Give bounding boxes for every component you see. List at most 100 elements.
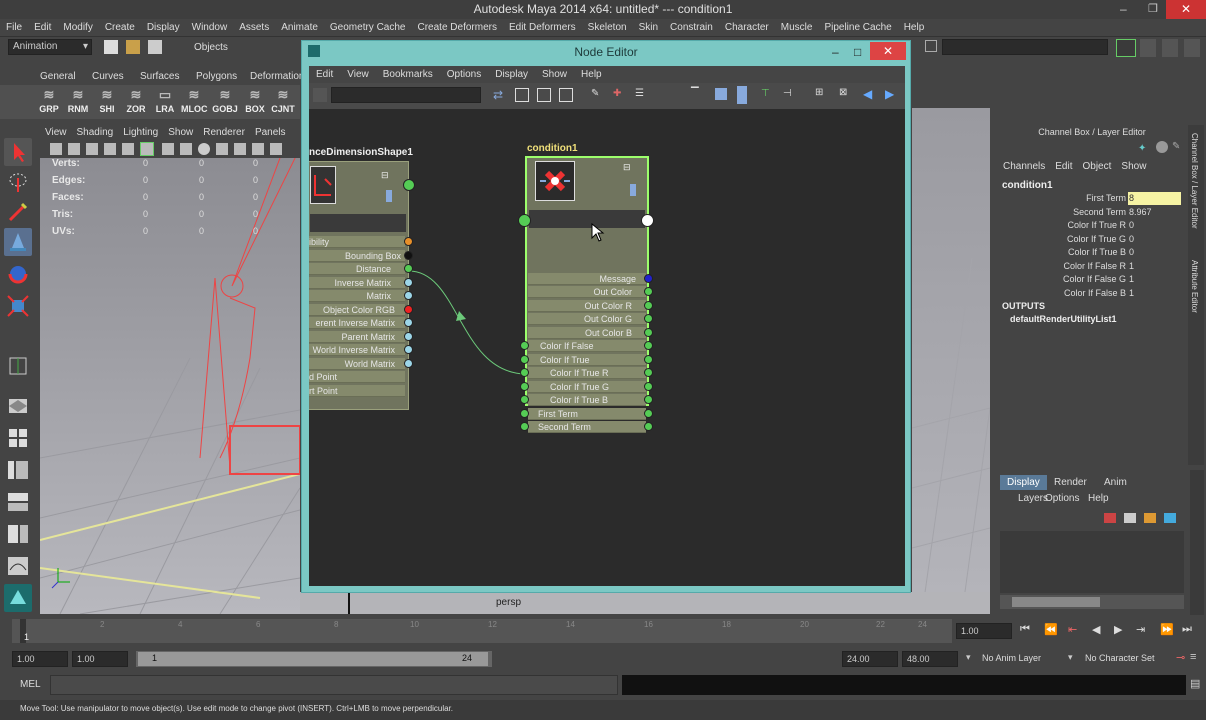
channel-value-field[interactable]: 1 bbox=[1128, 260, 1181, 273]
viewport-panel-right[interactable] bbox=[912, 108, 990, 614]
menu-geometry-cache[interactable]: Geometry Cache bbox=[324, 19, 412, 37]
menu-edit[interactable]: Edit bbox=[28, 19, 57, 37]
pin-icon[interactable]: ✎ bbox=[591, 88, 605, 102]
minimize-button[interactable]: – bbox=[1120, 0, 1127, 19]
tool-settings-toggle-icon[interactable] bbox=[1162, 39, 1178, 57]
custom-mode-icon[interactable]: ⊤ bbox=[761, 88, 775, 102]
maximize-button[interactable]: □ bbox=[854, 41, 861, 63]
shelf-button-rnm[interactable]: ≋ RNM bbox=[65, 87, 91, 117]
range-slider-thumb[interactable] bbox=[138, 652, 488, 666]
menu-character[interactable]: Character bbox=[719, 19, 775, 37]
node-editor-close-button[interactable]: ✕ bbox=[870, 42, 906, 60]
playback-end-field[interactable]: 24.00 bbox=[842, 651, 898, 667]
shelf-button-mloc[interactable]: ≋ MLOC bbox=[181, 87, 208, 117]
node-graph-canvas[interactable]: nceDimensionShape1 ⊟ ibility Bounding Bo… bbox=[309, 109, 905, 586]
channel-value-field[interactable]: 1 bbox=[1128, 273, 1181, 286]
layout-icon[interactable]: ✚ bbox=[613, 88, 627, 102]
layout-four-icon[interactable] bbox=[4, 424, 32, 452]
ne-menu-show[interactable]: Show bbox=[535, 66, 574, 83]
rotate-tool-icon[interactable] bbox=[4, 260, 32, 288]
attr-input-port[interactable] bbox=[520, 409, 529, 418]
snap-grid-icon[interactable]: ⊠ bbox=[839, 87, 855, 103]
attr-output-port[interactable] bbox=[404, 332, 413, 341]
layout-graph-icon[interactable] bbox=[4, 488, 32, 516]
menuset-dropdown[interactable]: Animation ▾ bbox=[8, 39, 92, 55]
attr-output-port[interactable] bbox=[644, 314, 653, 323]
resolution-gate-icon[interactable] bbox=[140, 142, 154, 156]
channel-box-icon[interactable]: ✦ bbox=[1138, 143, 1148, 154]
isolate-icon[interactable] bbox=[270, 143, 282, 155]
camera-attributes-icon[interactable] bbox=[50, 143, 62, 155]
channel-value-field[interactable]: 8.967 bbox=[1128, 206, 1181, 219]
attr-output-port[interactable] bbox=[644, 395, 653, 404]
viewport-panel[interactable]: Verts: Edges: Faces: Tris: UVs: 0 0 0 0 … bbox=[40, 158, 300, 614]
lasso-tool-icon[interactable] bbox=[4, 168, 32, 196]
attr-output-port[interactable] bbox=[404, 345, 413, 354]
shelf-button-zor[interactable]: ≋ ZOR bbox=[123, 87, 149, 117]
smooth-shade-icon[interactable] bbox=[180, 143, 192, 155]
ne-menu-edit[interactable]: Edit bbox=[309, 66, 340, 83]
shelf-button-gobj[interactable]: ≋ GOBJ bbox=[212, 87, 238, 117]
lights-icon[interactable] bbox=[216, 143, 228, 155]
step-forward-key-icon[interactable]: ⇥ bbox=[1136, 623, 1145, 636]
menu-help[interactable]: Help bbox=[898, 19, 931, 37]
attr-output-port[interactable] bbox=[644, 287, 653, 296]
layer-tab-render[interactable]: Render bbox=[1054, 477, 1087, 488]
layer-list[interactable] bbox=[1000, 531, 1184, 593]
shelf-tab-general[interactable]: General bbox=[34, 69, 82, 85]
node-search-bar[interactable] bbox=[310, 214, 406, 232]
film-gate-icon[interactable] bbox=[122, 143, 134, 155]
move-down-icon[interactable] bbox=[1164, 513, 1176, 523]
minimize-button[interactable]: – bbox=[832, 41, 839, 63]
menu-display[interactable]: Display bbox=[141, 19, 186, 37]
scrollbar-thumb[interactable] bbox=[1012, 597, 1100, 607]
cb-menu-edit[interactable]: Edit bbox=[1050, 159, 1077, 175]
channel-row[interactable]: Color If False R1 bbox=[998, 260, 1184, 273]
new-layer-icon[interactable] bbox=[1104, 513, 1116, 523]
menu-skeleton[interactable]: Skeleton bbox=[582, 19, 633, 37]
channel-row[interactable]: Color If True B0 bbox=[998, 246, 1184, 259]
script-editor-icon[interactable]: ▤ bbox=[1190, 677, 1200, 690]
cb-menu-show[interactable]: Show bbox=[1116, 159, 1151, 175]
attr-output-port[interactable] bbox=[644, 368, 653, 377]
attr-output-port[interactable] bbox=[404, 359, 413, 368]
menu-create-deformers[interactable]: Create Deformers bbox=[412, 19, 503, 37]
settings-icon[interactable] bbox=[1156, 141, 1168, 153]
vp-menu-panels[interactable]: Panels bbox=[250, 126, 291, 140]
node-mode-icon[interactable]: ⊟ bbox=[381, 170, 389, 181]
paint-select-tool-icon[interactable] bbox=[4, 198, 32, 226]
menu-create[interactable]: Create bbox=[99, 19, 141, 37]
attr-input-port[interactable] bbox=[520, 368, 529, 377]
attr-output-port[interactable] bbox=[404, 305, 413, 314]
vp-menu-shading[interactable]: Shading bbox=[72, 126, 119, 140]
grid-toggle-icon[interactable]: ⊞ bbox=[815, 87, 831, 103]
snap-icon[interactable] bbox=[925, 40, 937, 52]
mel-language-label[interactable]: MEL bbox=[20, 679, 41, 690]
save-scene-icon[interactable] bbox=[148, 40, 162, 54]
anim-layer-icon[interactable]: ▾ bbox=[966, 652, 971, 663]
channel-row[interactable]: Color If False G1 bbox=[998, 273, 1184, 286]
start-time-field[interactable]: 1.00 bbox=[12, 651, 68, 667]
menu-muscle[interactable]: Muscle bbox=[775, 19, 819, 37]
image-plane-icon[interactable] bbox=[86, 143, 98, 155]
play-forward-icon[interactable]: ▶ bbox=[1114, 623, 1122, 636]
arrow-left-icon[interactable]: ◀ bbox=[863, 87, 877, 101]
ne-menu-view[interactable]: View bbox=[340, 66, 376, 83]
go-to-end-icon[interactable]: ⏭ bbox=[1182, 623, 1192, 636]
go-to-start-icon[interactable]: ⏮ bbox=[1020, 623, 1030, 636]
quick-select-field[interactable] bbox=[942, 39, 1108, 55]
attr-output-port[interactable] bbox=[404, 278, 413, 287]
window-close-button[interactable]: ✕ bbox=[1166, 0, 1206, 19]
remove-selected-icon[interactable] bbox=[537, 88, 551, 102]
menu-animate[interactable]: Animate bbox=[275, 19, 324, 37]
layer-tab-display[interactable]: Display bbox=[1000, 475, 1047, 490]
shelf-tab-polygons[interactable]: Polygons bbox=[190, 69, 243, 85]
arrow-right-icon[interactable]: ▶ bbox=[885, 87, 899, 101]
shelf-tab-surfaces[interactable]: Surfaces bbox=[134, 69, 185, 85]
play-backward-icon[interactable]: ◀ bbox=[1092, 623, 1100, 636]
selection-mode-label[interactable]: Objects bbox=[194, 42, 228, 53]
new-scene-icon[interactable] bbox=[104, 40, 118, 54]
menu-assets[interactable]: Assets bbox=[233, 19, 275, 37]
channel-value-field[interactable]: 0 bbox=[1128, 219, 1181, 232]
node-expand-icon[interactable] bbox=[630, 184, 636, 196]
